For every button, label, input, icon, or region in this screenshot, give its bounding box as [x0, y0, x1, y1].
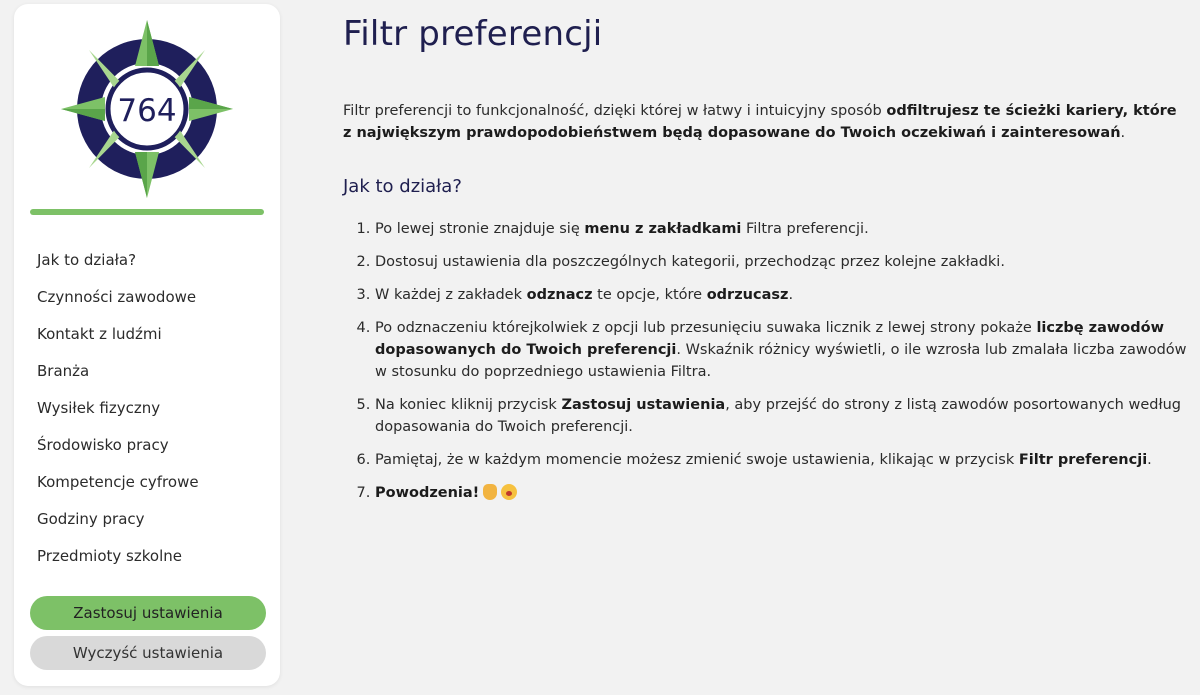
sidebar-item-branza[interactable]: Branża: [37, 353, 199, 390]
sidebar-item-srodowisko-pracy[interactable]: Środowisko pracy: [37, 427, 199, 464]
step-text: Po odznaczeniu którejkolwiek z opcji lub…: [375, 320, 1037, 336]
step-item: Dostosuj ustawienia dla poszczególnych k…: [375, 251, 1188, 273]
step-text: Pamiętaj, że w każdym momencie możesz zm…: [375, 452, 1019, 468]
step-bold-text: odrzucasz: [706, 287, 789, 303]
sidebar-divider: [30, 209, 264, 215]
steps-list: Po lewej stronie znajduje się menu z zak…: [343, 218, 1188, 515]
smiling-face-emoji: [501, 484, 518, 500]
compass-icon: 764: [61, 20, 233, 198]
step-text: Na koniec kliknij przycisk: [375, 397, 562, 413]
sidebar-item-kompetencje-cyfrowe[interactable]: Kompetencje cyfrowe: [37, 464, 199, 501]
step-item: Po lewej stronie znajduje się menu z zak…: [375, 218, 1188, 240]
step-text: .: [1147, 452, 1152, 468]
howto-heading: Jak to działa?: [343, 176, 462, 197]
sidebar-item-czynnosci-zawodowe[interactable]: Czynności zawodowe: [37, 279, 199, 316]
intro-paragraph: Filtr preferencji to funkcjonalność, dzi…: [343, 100, 1188, 144]
step-text: Dostosuj ustawienia dla poszczególnych k…: [375, 254, 1005, 270]
intro-text: Filtr preferencji to funkcjonalność, dzi…: [343, 103, 887, 119]
step-item: Po odznaczeniu którejkolwiek z opcji lub…: [375, 317, 1188, 383]
step-text: Filtra preferencji.: [741, 221, 869, 237]
step-item: Na koniec kliknij przycisk Zastosuj usta…: [375, 394, 1188, 438]
step-text: .: [788, 287, 794, 303]
step-text: W każdej z zakładek: [375, 287, 527, 303]
step-item: Powodzenia!: [375, 482, 1188, 504]
step-text: Po lewej stronie znajduje się: [375, 221, 585, 237]
sidebar-item-jak-to-dziala[interactable]: Jak to działa?: [37, 242, 199, 279]
step-item: Pamiętaj, że w każdym momencie możesz zm…: [375, 449, 1188, 471]
compass-logo: 764: [61, 20, 233, 198]
sidebar-nav: Jak to działa? Czynności zawodowe Kontak…: [37, 242, 199, 575]
step-bold-text: Powodzenia!: [375, 485, 480, 501]
clear-settings-button[interactable]: Wyczyść ustawienia: [30, 636, 266, 670]
sidebar-item-godziny-pracy[interactable]: Godziny pracy: [37, 501, 199, 538]
sidebar: 764 Jak to działa? Czynności zawodowe Ko…: [14, 4, 280, 686]
match-counter: 764: [117, 93, 176, 129]
step-bold-text: menu z zakładkami: [584, 221, 742, 237]
step-bold-text: odznacz: [526, 287, 593, 303]
step-text: te opcje, które: [592, 287, 707, 303]
page-title: Filtr preferencji: [343, 14, 603, 54]
sidebar-item-kontakt-z-ludzmi[interactable]: Kontakt z ludźmi: [37, 316, 199, 353]
sidebar-item-wysilek-fizyczny[interactable]: Wysiłek fizyczny: [37, 390, 199, 427]
step-bold-text: Zastosuj ustawienia: [561, 397, 726, 413]
intro-period: .: [1120, 125, 1126, 141]
apply-settings-button[interactable]: Zastosuj ustawienia: [30, 596, 266, 630]
step-item: W każdej z zakładek odznacz te opcje, kt…: [375, 284, 1188, 306]
waving-hand-emoji: [483, 484, 498, 500]
step-bold-text: Filtr preferencji: [1018, 452, 1148, 468]
sidebar-item-przedmioty-szkolne[interactable]: Przedmioty szkolne: [37, 538, 199, 575]
